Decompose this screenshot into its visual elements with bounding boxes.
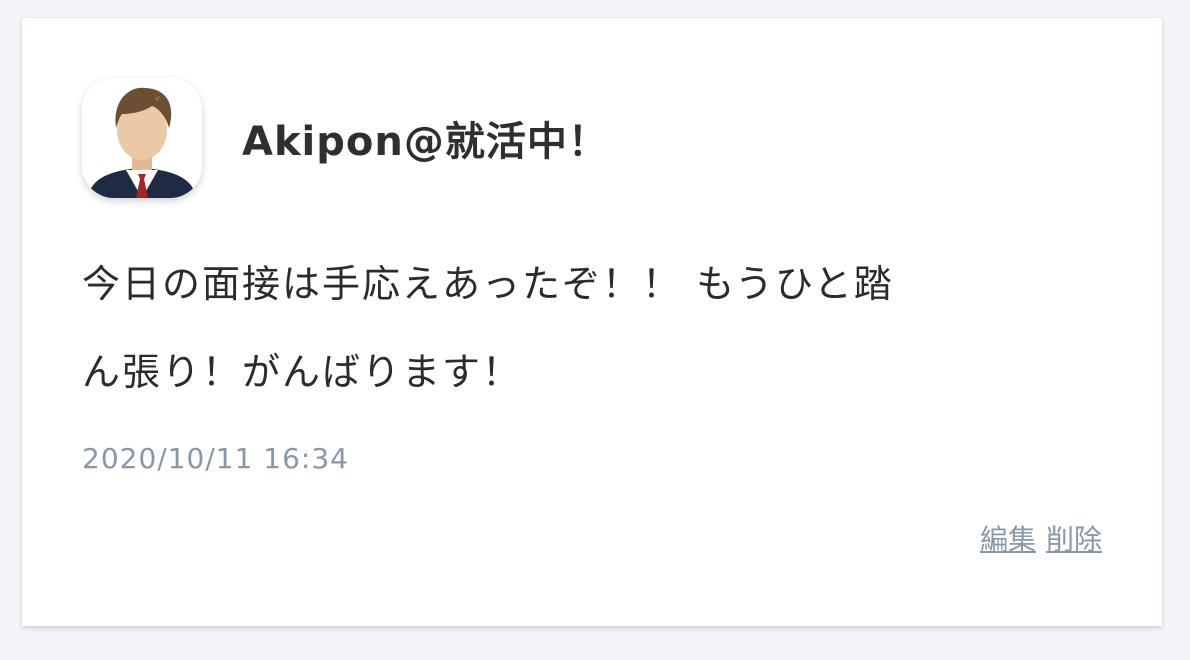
post-timestamp: 2020/10/11 16:34	[82, 442, 349, 475]
post-body: 今日の面接は手応えあったぞ！！ もうひと踏 ん張り！がんばります！	[82, 240, 1112, 416]
edit-link[interactable]: 編集	[980, 523, 1036, 556]
author-name: Akipon@就活中！	[242, 119, 609, 165]
post-body-line-1: 今日の面接は手応えあったぞ！！ もうひと踏	[82, 262, 894, 306]
avatar[interactable]	[82, 78, 202, 198]
delete-link[interactable]: 削除	[1046, 523, 1102, 556]
post-body-line-2: ん張り！がんばります！	[82, 350, 523, 394]
post-header: Akipon@就活中！	[82, 78, 609, 198]
post-card: Akipon@就活中！ 今日の面接は手応えあったぞ！！ もうひと踏 ん張り！がん…	[22, 18, 1162, 626]
post-actions: 編集 削除	[980, 518, 1102, 558]
businessman-avatar-icon	[82, 78, 202, 198]
